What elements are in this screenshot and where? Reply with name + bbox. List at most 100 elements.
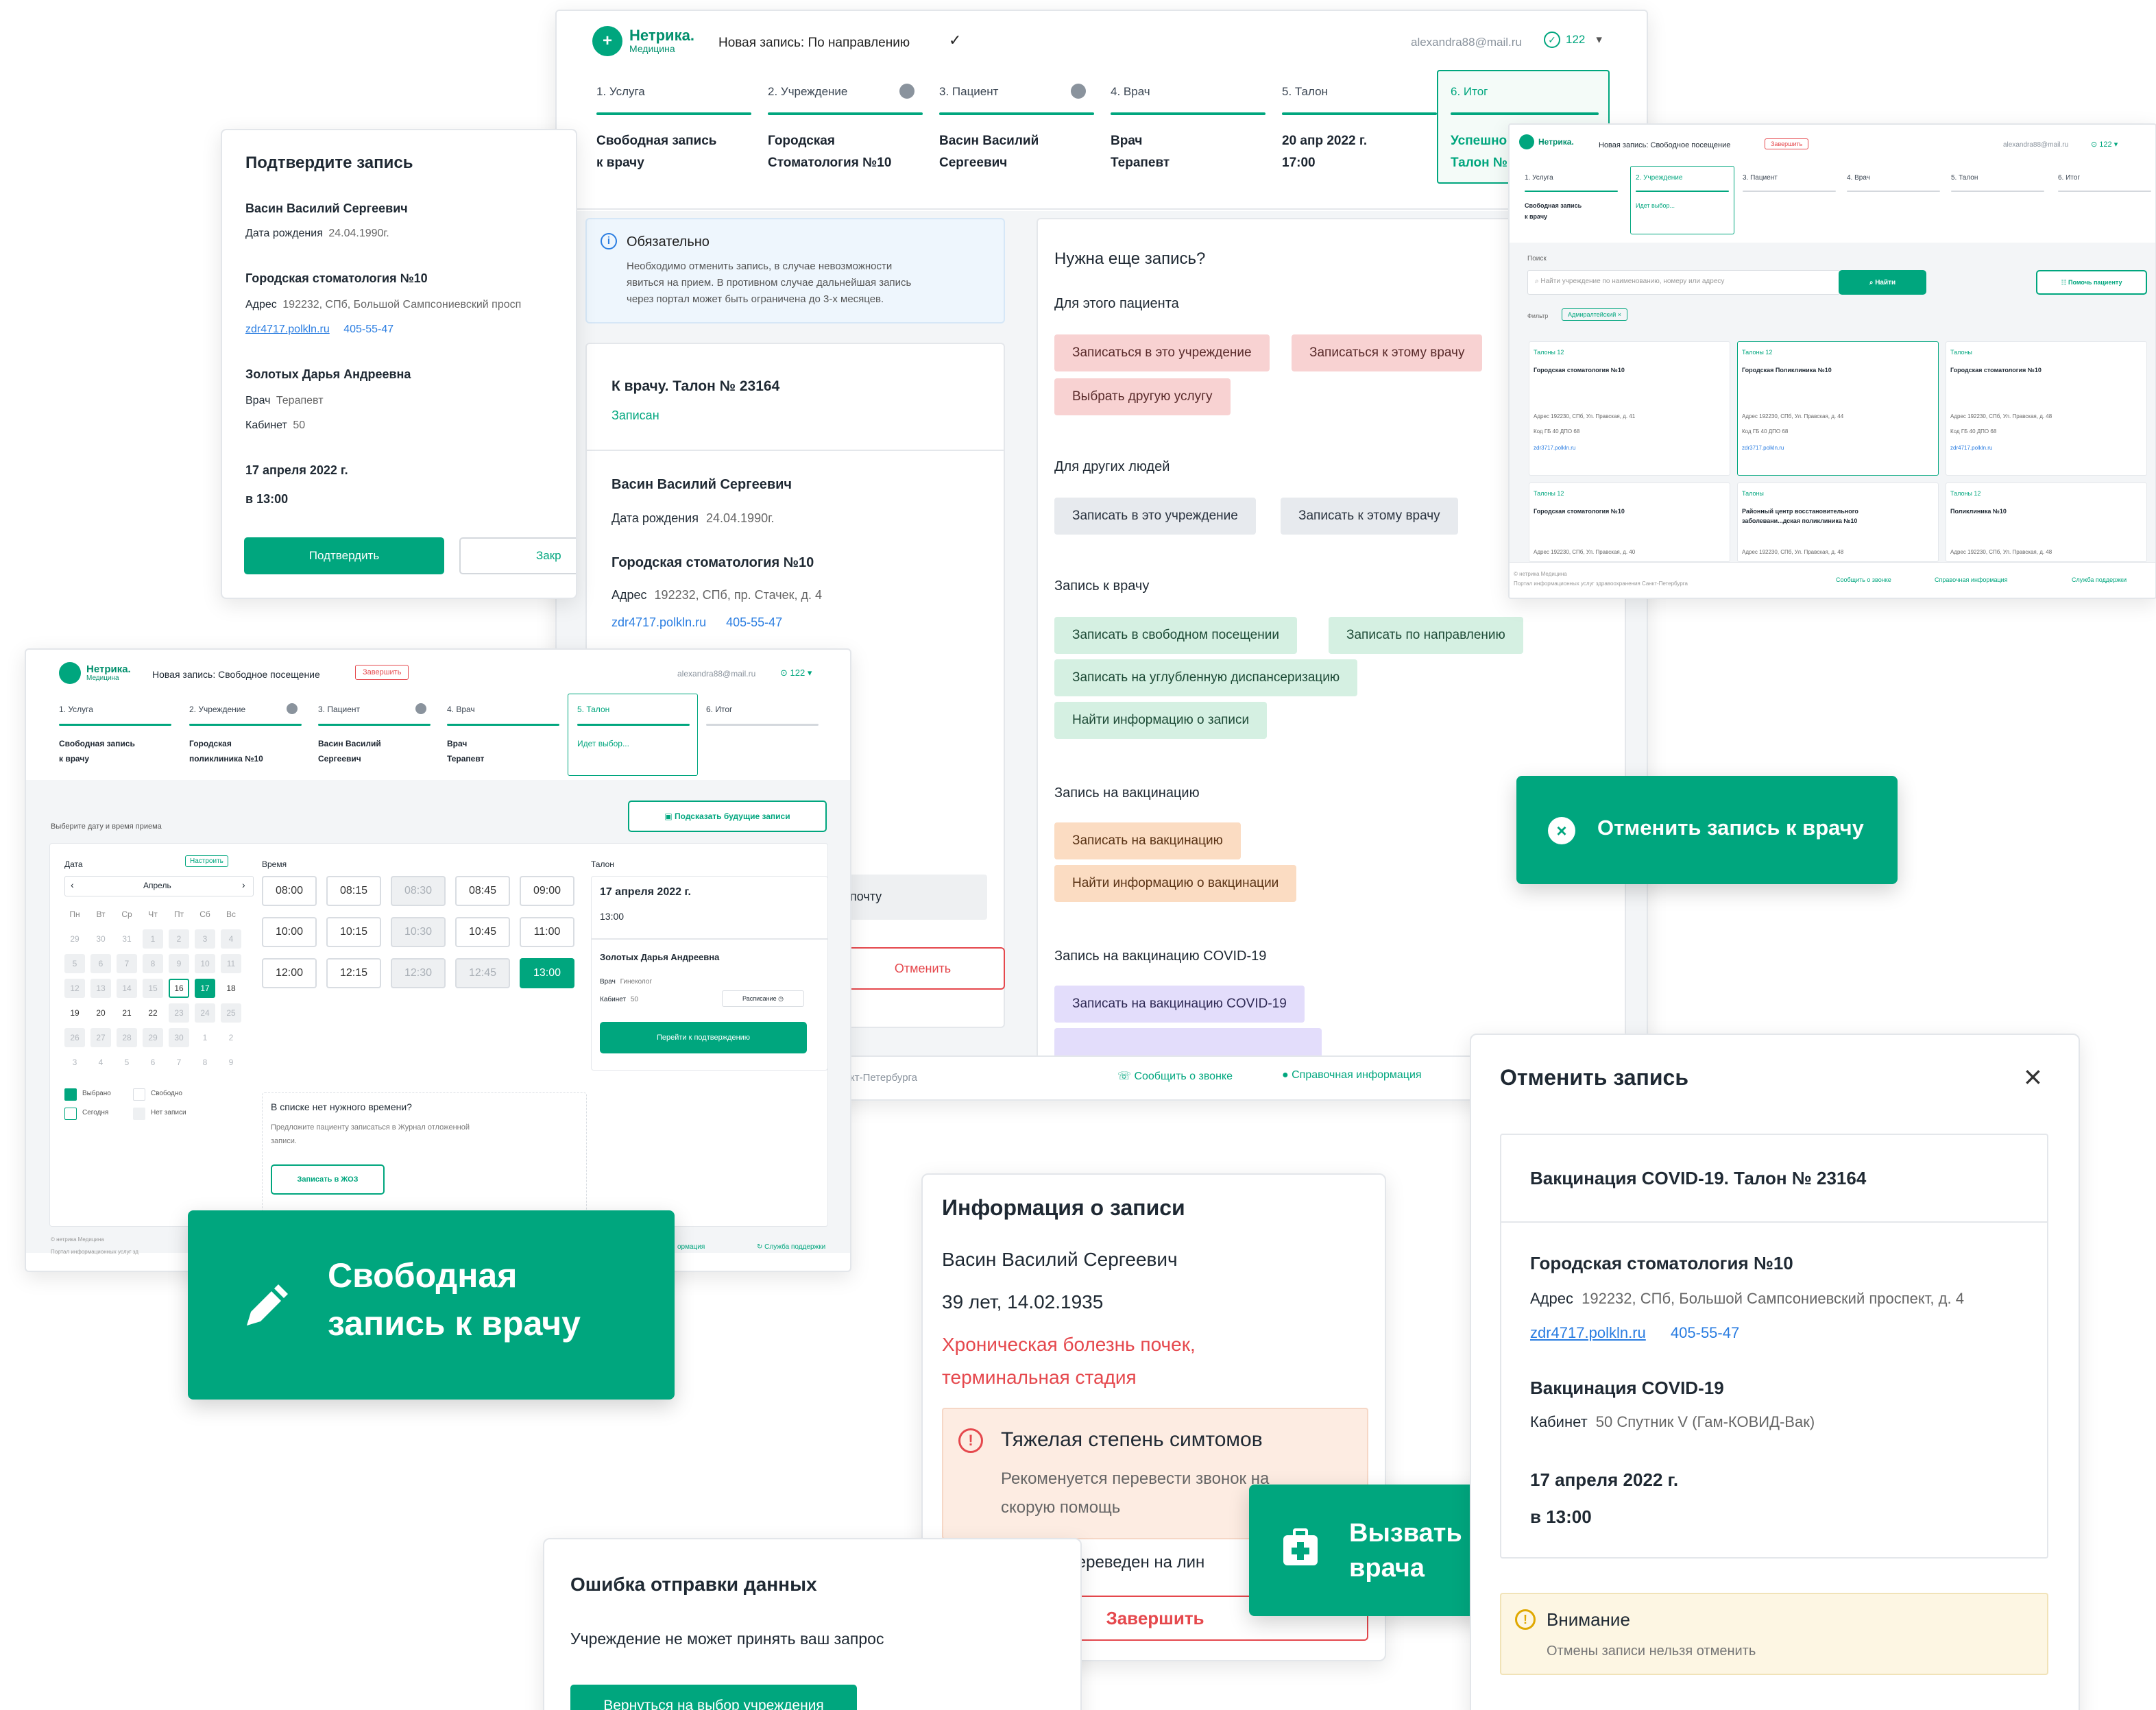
sched-footer-support[interactable]: ↻ Служба поддержки [757, 1243, 825, 1251]
sched-finish-badge[interactable]: Завершить [355, 665, 409, 680]
setup-chip[interactable]: Настроить [185, 855, 228, 867]
card-site[interactable]: zdr3717.polkln.ru [1742, 445, 1784, 451]
calendar-day[interactable]: 28 [117, 1028, 137, 1047]
chevron-left-icon[interactable]: ‹ [71, 879, 74, 890]
step-label-5[interactable]: 5. Талон [1282, 85, 1328, 99]
time-slot[interactable]: 10:45 [455, 917, 510, 947]
inst-footer-info[interactable]: Справочная информация [1935, 576, 2008, 583]
footer-info-link[interactable]: ● Справочная информация [1282, 1069, 1422, 1082]
calendar-day[interactable]: 26 [64, 1028, 85, 1047]
calendar-day[interactable]: 18 [221, 979, 241, 998]
close-icon[interactable]: × [2024, 1058, 2042, 1095]
account-badge[interactable]: ✓ 122 ▾ [1544, 32, 1602, 48]
referral-button[interactable]: Записать по направлению [1329, 617, 1523, 654]
institution-card[interactable]: Талоны 12 Поликлиника №10 Адрес 192230, СП… [1946, 483, 2147, 562]
step-label-2[interactable]: 2. Учреждение [768, 85, 847, 99]
calendar-day[interactable]: 6 [90, 954, 111, 973]
time-slot[interactable]: 08:00 [262, 876, 317, 906]
time-slot[interactable]: 12:45 [455, 958, 510, 988]
calendar-day[interactable]: 9 [221, 1053, 241, 1072]
inst-help-button[interactable]: ☷ Помочь пациенту [2036, 270, 2147, 295]
user-email[interactable]: alexandra88@mail.ru [1411, 36, 1522, 49]
sched-footer-info[interactable]: ормация [677, 1243, 705, 1251]
calendar-day[interactable]: 5 [117, 1053, 137, 1072]
time-slot[interactable]: 12:30 [391, 958, 446, 988]
free-visit-button[interactable]: Записать в свободном посещении [1054, 617, 1297, 654]
institution-card[interactable]: Талоны 12 Городская стоматология №10 Адрес… [1529, 341, 1730, 476]
calendar-day[interactable]: 8 [195, 1053, 215, 1072]
vaccination-button[interactable]: Записать на вакцинацию [1054, 822, 1241, 859]
cancel-phone-link[interactable]: 405-55-47 [1671, 1324, 1739, 1341]
go-confirm-button[interactable]: Перейти к подтверждению [600, 1022, 807, 1053]
step-info-icon-3[interactable] [1071, 84, 1086, 99]
calendar-day[interactable]: 13 [90, 979, 111, 998]
covid-vaccination-button[interactable]: Записать на вакцинацию COVID-19 [1054, 986, 1305, 1023]
sched-step-4[interactable]: 4. Врач [447, 705, 475, 714]
schedule-chip[interactable]: Расписание ◷ [722, 990, 804, 1007]
inst-step-3[interactable]: 3. Пациент [1743, 174, 1778, 182]
sched-step-3[interactable]: 3. Пациент [318, 705, 360, 714]
email-field-partial[interactable]: почту [840, 875, 987, 920]
sched-step-info-icon[interactable] [287, 703, 298, 714]
time-slot[interactable]: 10:30 [391, 917, 446, 947]
find-record-button[interactable]: Найти информацию о записи [1054, 702, 1268, 739]
calendar-day[interactable]: 19 [64, 1003, 85, 1023]
chevron-right-icon[interactable]: › [242, 879, 245, 890]
calendar-day[interactable]: 10 [195, 954, 215, 973]
free-visit-tile[interactable]: Свободная запись к врачу [188, 1210, 675, 1400]
calendar-day[interactable]: 22 [143, 1003, 163, 1023]
phone-link[interactable]: 405-55-47 [726, 615, 782, 629]
calendar-day[interactable]: 15 [143, 979, 163, 998]
calendar-day[interactable]: 24 [195, 1003, 215, 1023]
institution-card[interactable]: Талоны 12 Городская стоматология №10 Адрес… [1529, 483, 1730, 562]
inst-footer-support[interactable]: Служба поддержки [2072, 576, 2127, 583]
calendar-day[interactable]: 3 [195, 929, 215, 949]
brand-logo[interactable]: + Нетрика. Медицина [592, 26, 694, 56]
calendar-day[interactable]: 11 [221, 954, 241, 973]
time-slot[interactable]: 08:30 [391, 876, 446, 906]
inst-step-5[interactable]: 5. Талон [1951, 174, 1978, 182]
sched-step-6[interactable]: 6. Итог [706, 705, 732, 714]
card-site[interactable]: zdr4717.polkln.ru [1950, 445, 1992, 451]
time-slot[interactable]: 10:15 [326, 917, 381, 947]
calendar-day[interactable]: 2 [169, 929, 189, 949]
calendar-day[interactable]: 17 [195, 979, 215, 998]
footer-call-link[interactable]: ☏ Сообщить о звонке [1117, 1069, 1233, 1083]
future-hint-button[interactable]: ▣ Подсказать будущие записи [628, 801, 827, 832]
book-institution-button[interactable]: Записаться в это учреждение [1054, 334, 1270, 371]
calendar-day[interactable]: 1 [143, 929, 163, 949]
calendar-day[interactable]: 30 [169, 1028, 189, 1047]
calendar-day[interactable]: 5 [64, 954, 85, 973]
calendar-day[interactable]: 8 [143, 954, 163, 973]
inst-finish-badge[interactable]: Завершить [1765, 138, 1809, 149]
calendar-day[interactable]: 25 [221, 1003, 241, 1023]
step-label-1[interactable]: 1. Услуга [596, 85, 645, 99]
jzo-button[interactable]: Записать в ЖОЗ [271, 1164, 385, 1195]
calendar-day[interactable]: 1 [195, 1028, 215, 1047]
calendar-day[interactable]: 6 [143, 1053, 163, 1072]
step-label-4[interactable]: 4. Врач [1111, 85, 1150, 99]
calendar-day[interactable]: 3 [64, 1053, 85, 1072]
calendar-day[interactable]: 4 [90, 1053, 111, 1072]
book-other-institution-button[interactable]: Записать в это учреждение [1054, 498, 1256, 535]
institution-card[interactable]: Талоны Районный центр восстановительного з… [1737, 483, 1939, 562]
inst-search-button[interactable]: ⌕ Найти [1839, 270, 1926, 295]
step-label-6-active[interactable]: 6. Итог [1451, 85, 1488, 99]
time-slot[interactable]: 08:15 [326, 876, 381, 906]
inst-filter-tag[interactable]: Адмиралтейский × [1562, 308, 1628, 321]
inst-step-4[interactable]: 4. Врач [1847, 174, 1870, 182]
book-doctor-button[interactable]: Записаться к этому врачу [1292, 334, 1483, 371]
calendar-day[interactable]: 12 [64, 979, 85, 998]
inst-footer-call[interactable]: Сообщить о звонке [1836, 576, 1891, 583]
confirm-button[interactable]: Подтвердить [244, 537, 444, 574]
vaccination-info-button[interactable]: Найти информацию о вакцинации [1054, 865, 1297, 902]
calendar-day[interactable]: 21 [117, 1003, 137, 1023]
time-slot[interactable]: 11:00 [520, 917, 574, 947]
calendar-day[interactable]: 23 [169, 1003, 189, 1023]
dispensary-button[interactable]: Записать на углубленную диспансеризацию [1054, 659, 1358, 696]
calendar-day[interactable]: 20 [90, 1003, 111, 1023]
calendar-day[interactable]: 2 [221, 1028, 241, 1047]
calendar-day[interactable]: 9 [169, 954, 189, 973]
calendar-day[interactable]: 4 [221, 929, 241, 949]
card-site[interactable]: zdr3717.polkln.ru [1534, 445, 1575, 451]
